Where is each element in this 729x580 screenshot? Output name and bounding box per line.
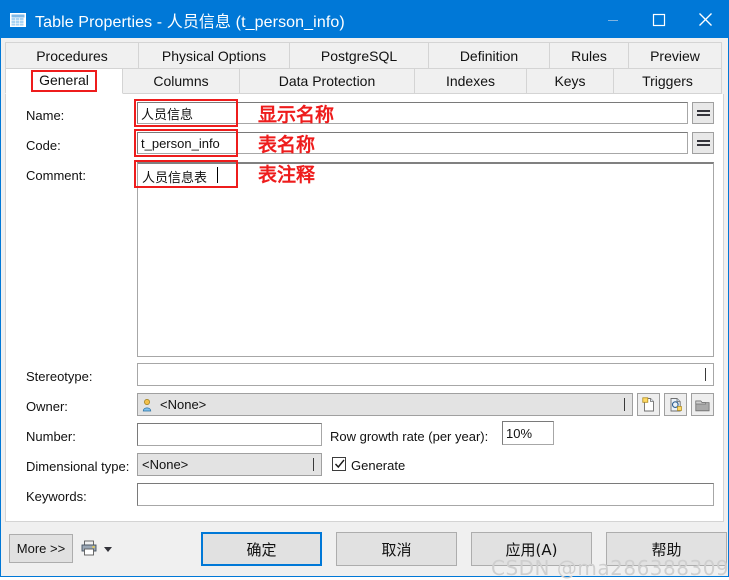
general-tab-panel: Name: 显示名称 Code: 表名称 Comment: 人员信息表 表注释 … (5, 94, 724, 522)
tab-label: Preview (650, 47, 700, 64)
ok-button[interactable]: 确定 (201, 532, 322, 566)
tab-label: Data Protection (278, 73, 376, 89)
name-equals-button[interactable] (692, 102, 714, 124)
new-object-icon (641, 397, 654, 412)
annotation-display-name: 显示名称 (258, 104, 335, 126)
tab-columns[interactable]: Columns (122, 68, 240, 94)
chevron-down-icon (624, 398, 625, 411)
tab-row-2: General Columns Data Protection Indexes … (5, 68, 724, 94)
tab-physical-options[interactable]: Physical Options (138, 42, 290, 68)
comment-textarea[interactable]: 人员信息表 (137, 162, 714, 357)
dropdown-caret-icon[interactable] (104, 547, 112, 552)
dialog-footer: More >> 确定 取消 应用(A) 帮助 CSDN @ma286388309 (1, 522, 729, 580)
name-label: Name: (26, 108, 65, 123)
tab-indexes[interactable]: Indexes (414, 68, 527, 94)
user-icon (142, 398, 155, 412)
stereotype-combobox[interactable] (137, 363, 714, 386)
owner-folder-button[interactable] (691, 393, 714, 416)
close-icon (698, 13, 712, 26)
generate-label: Generate (351, 458, 406, 473)
owner-label: Owner: (26, 399, 68, 414)
tab-label: Indexes (445, 73, 496, 89)
number-label: Number: (26, 429, 76, 444)
minimize-button[interactable] (590, 1, 636, 38)
owner-combobox[interactable]: <None> (137, 393, 633, 416)
comment-text: 人员信息表 (142, 170, 208, 185)
tab-data-protection[interactable]: Data Protection (239, 68, 415, 94)
keywords-label: Keywords: (26, 489, 87, 504)
table-grid-icon (10, 12, 26, 28)
minimize-icon (608, 19, 618, 21)
tab-label: Procedures (36, 47, 108, 64)
cancel-button[interactable]: 取消 (336, 532, 457, 566)
name-input[interactable] (137, 102, 688, 124)
owner-browse-button[interactable] (664, 393, 687, 416)
tab-label: Triggers (642, 73, 693, 89)
owner-new-button[interactable] (637, 393, 660, 416)
folder-object-icon (695, 400, 710, 411)
tab-label: Keys (554, 73, 586, 89)
browse-object-icon (670, 398, 682, 412)
tab-general[interactable]: General (5, 68, 123, 94)
tab-postgresql[interactable]: PostgreSQL (289, 42, 429, 68)
tab-row-1: Procedures Physical Options PostgreSQL D… (5, 42, 724, 68)
print-icon[interactable] (81, 540, 99, 556)
maximize-button[interactable] (636, 1, 682, 38)
annotation-table-name: 表名称 (258, 134, 316, 156)
tab-preview[interactable]: Preview (628, 42, 722, 68)
maximize-icon (652, 13, 666, 26)
tab-label: PostgreSQL (320, 47, 398, 64)
text-caret (217, 167, 218, 183)
tab-label: Columns (153, 73, 209, 89)
stereotype-label: Stereotype: (26, 369, 93, 384)
owner-value: <None> (160, 397, 207, 412)
keywords-input[interactable] (137, 483, 714, 506)
tab-label: Physical Options (161, 47, 267, 64)
comment-label: Comment: (26, 168, 86, 183)
tab-strip: Procedures Physical Options PostgreSQL D… (1, 38, 728, 94)
window-title: Table Properties - 人员信息 (t_person_info) (35, 13, 345, 31)
dimensional-type-label: Dimensional type: (26, 459, 130, 474)
watermark-text: CSDN @ma286388309 (491, 556, 729, 580)
tab-label: Rules (571, 47, 607, 64)
equals-icon (696, 108, 710, 118)
number-input[interactable] (137, 423, 322, 446)
close-button[interactable] (682, 1, 728, 38)
more-button[interactable]: More >> (9, 534, 73, 563)
dimensional-type-combobox[interactable]: <None> (137, 453, 322, 476)
tab-triggers[interactable]: Triggers (613, 68, 722, 94)
tab-label: Definition (459, 47, 519, 64)
title-bar: Table Properties - 人员信息 (t_person_info) (1, 1, 728, 38)
tab-keys[interactable]: Keys (526, 68, 614, 94)
window-controls (590, 1, 728, 38)
code-label: Code: (26, 138, 61, 153)
dimensional-type-value: <None> (142, 457, 189, 472)
generate-checkbox[interactable] (332, 457, 346, 471)
tab-rules[interactable]: Rules (549, 42, 629, 68)
tab-definition[interactable]: Definition (428, 42, 550, 68)
equals-icon (696, 138, 710, 148)
row-growth-label: Row growth rate (per year): (330, 429, 489, 444)
annotation-table-comment: 表注释 (258, 164, 316, 186)
table-properties-window: Table Properties - 人员信息 (t_person_info) (0, 0, 729, 580)
tab-label: General (31, 70, 97, 92)
chevron-down-icon (313, 458, 314, 471)
tab-procedures[interactable]: Procedures (5, 42, 139, 68)
chevron-down-icon (705, 368, 706, 381)
checkmark-icon (334, 459, 345, 469)
code-input[interactable] (137, 132, 688, 154)
row-growth-input[interactable] (502, 421, 554, 445)
code-equals-button[interactable] (692, 132, 714, 154)
